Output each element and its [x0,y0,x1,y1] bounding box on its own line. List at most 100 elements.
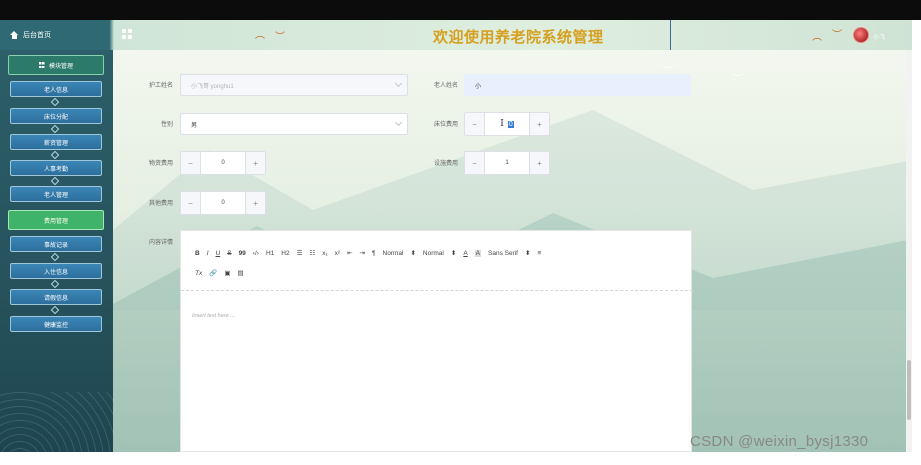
sidebar-item-elder-info[interactable]: 老人信息 [10,81,102,97]
h1-button[interactable]: H1 [266,250,274,257]
increment-button[interactable]: + [245,152,265,174]
size-select[interactable]: Normal [383,250,404,257]
bed-fee-stepper[interactable]: − I0 + [464,112,550,136]
equip-fee-stepper[interactable]: − 1 + [464,151,550,175]
bird-decoration-icon: ︶ [832,30,842,41]
sidebar-item-label: 费用管理 [43,218,68,225]
other-fee-input[interactable]: 0 [201,192,245,214]
caregiver-label: 护工姓名 [148,83,173,89]
quote-button[interactable]: 99 [239,250,246,257]
sidebar-item-fee-manage[interactable]: 费用管理 [8,210,104,230]
editor-placeholder[interactable]: Insert text here ... [192,313,235,319]
link-icon[interactable]: 🔗 [209,269,217,277]
avatar[interactable] [853,27,869,43]
elder-label: 老人姓名 [433,83,458,89]
code-button[interactable]: ‹/› [253,250,259,257]
scrollbar-thumb[interactable] [907,360,911,420]
align-icon[interactable]: ≡ [537,250,541,257]
divider-ornament [50,97,60,107]
bullet-list-icon[interactable]: ☷ [309,249,315,257]
elder-name-field[interactable]: 小 [464,74,691,96]
chevron-updown-icon: ⬍ [525,250,531,257]
other-fee-label: 其他费用 [148,201,173,207]
elder-value: 小 [475,83,482,90]
bed-fee-label: 床位费用 [433,122,458,128]
equip-fee-input[interactable]: 1 [485,152,529,174]
home-icon [10,30,19,40]
sidebar-item-health-monitor[interactable]: 健康监控 [10,316,102,332]
header-divider [670,20,671,50]
grid-icon [38,62,45,68]
toolbar-row-2: Tx 🔗 ▣ ▤ [195,269,244,278]
h2-button[interactable]: H2 [281,250,289,257]
video-icon[interactable]: ▤ [237,269,243,277]
window-top-bar [0,0,921,20]
sidebar-group-label: 模块管理 [48,63,73,70]
menu-toggle-icon[interactable] [122,29,132,39]
font-select[interactable]: Sans Serif [488,250,518,257]
sidebar-item-checkin-info[interactable]: 入住信息 [10,263,102,279]
ordered-list-icon[interactable]: ☰ [297,249,303,257]
sidebar-item-salary[interactable]: 薪资管理 [10,134,102,150]
window-bottom-bar [0,452,921,465]
caregiver-value: 小飞哥 yonghu1 [191,83,234,90]
sidebar-group-modules[interactable]: 模块管理 [8,55,104,75]
divider-ornament [50,124,60,134]
goods-fee-input[interactable]: 0 [201,152,245,174]
gender-value: 男 [191,122,198,129]
increment-button[interactable]: + [529,113,549,135]
user-name[interactable]: 小飞 [873,32,885,41]
watermark-text: CSDN @weixin_bysj1330 [690,433,869,450]
direction-icon[interactable]: ¶ [372,250,376,257]
home-label: 后台首页 [23,32,51,39]
sidebar-item-label: 事故记录 [43,242,68,249]
sidebar-item-label: 薪资管理 [43,140,68,147]
sidebar-item-label: 人事考勤 [43,166,68,173]
sidebar-item-attendance[interactable]: 人事考勤 [10,160,102,176]
outdent-icon[interactable]: ⇤ [347,249,352,257]
superscript-button[interactable]: x² [335,250,340,257]
sidebar-item-leave-info[interactable]: 请假信息 [10,289,102,305]
sidebar-item-label: 老人管理 [43,192,68,199]
sidebar-item-bed-allocation[interactable]: 床位分配 [10,108,102,124]
equip-fee-label: 设施费用 [433,161,458,167]
rich-text-editor: B I U S 99 ‹/› H1 H2 ☰ ☷ x₁ x² ⇤ ⇥ ¶ Nor… [180,230,693,452]
sidebar-item-label: 请假信息 [43,295,68,302]
divider-ornament [50,150,60,160]
increment-button[interactable]: + [529,152,549,174]
content-label: 内容详情 [148,240,173,246]
sidebar: 模块管理 老人信息 床位分配 薪资管理 人事考勤 老人管理 费用管理 事故记录 … [0,50,113,452]
bold-button[interactable]: B [195,250,200,257]
strike-button[interactable]: S [227,250,231,257]
home-link[interactable]: 后台首页 [10,30,51,40]
bird-decoration-icon: ︶ [733,74,743,85]
bed-fee-input[interactable]: I0 [485,113,529,135]
sidebar-item-accident-records[interactable]: 事故记录 [10,236,102,252]
toolbar-row-1: B I U S 99 ‹/› H1 H2 ☰ ☷ x₁ x² ⇤ ⇥ ¶ Nor… [195,249,541,257]
page-scrollbar[interactable] [906,50,912,452]
gender-select[interactable]: 男 [180,113,408,135]
decrement-button[interactable]: − [181,192,201,214]
font-color-icon[interactable]: A [463,250,467,257]
indent-icon[interactable]: ⇥ [360,249,365,257]
decrement-button[interactable]: − [465,113,485,135]
increment-button[interactable]: + [245,192,265,214]
gender-label: 性别 [160,122,173,128]
page-title: 欢迎使用养老院系统管理 [433,28,604,46]
sidebar-item-label: 床位分配 [43,114,68,121]
sidebar-item-label: 健康监控 [43,322,68,329]
other-fee-stepper[interactable]: − 0 + [180,191,266,215]
decrement-button[interactable]: − [181,152,201,174]
goods-fee-stepper[interactable]: − 0 + [180,151,266,175]
sidebar-item-elder-manage[interactable]: 老人管理 [10,186,102,202]
subscript-button[interactable]: x₁ [322,250,327,257]
goods-fee-label: 物资费用 [148,161,173,167]
background-color-icon[interactable]: A [474,249,481,257]
header-select[interactable]: Normal [423,250,444,257]
decrement-button[interactable]: − [465,152,485,174]
clear-format-icon[interactable]: Tx [195,270,202,277]
italic-button[interactable]: I [207,250,209,257]
underline-button[interactable]: U [216,250,221,257]
image-icon[interactable]: ▣ [224,269,230,277]
caregiver-select[interactable]: 小飞哥 yonghu1 [180,74,408,96]
